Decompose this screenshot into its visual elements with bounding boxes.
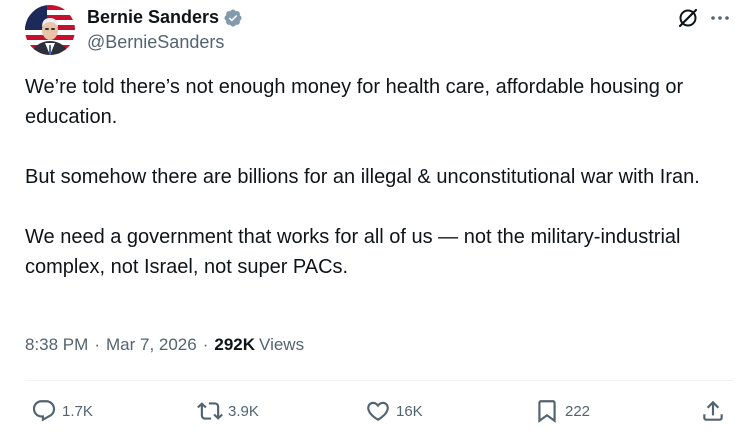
tweet-paragraph: But somehow there are billions for an il…: [25, 166, 700, 188]
bookmark-icon: [538, 400, 556, 423]
author-handle[interactable]: @BernieSanders: [87, 32, 224, 53]
reply-icon: [32, 400, 56, 422]
tweet-text: We’re told there’s not enough money for …: [25, 72, 730, 282]
heart-icon: [367, 401, 389, 421]
reply-count: 1.7K: [62, 402, 93, 420]
tweet-time[interactable]: 8:38 PM: [25, 335, 88, 355]
tweet-paragraph: We need a government that works for all …: [25, 226, 681, 278]
author-name-row: Bernie Sanders: [87, 7, 243, 28]
grok-icon[interactable]: [676, 6, 700, 30]
views-count[interactable]: 292K: [214, 335, 255, 355]
repost-icon: [197, 402, 223, 420]
tweet-meta: 8:38 PM · Mar 7, 2026 · 292K Views: [25, 335, 304, 355]
share-icon: [703, 400, 723, 421]
views-label[interactable]: Views: [259, 335, 304, 355]
tweet-date[interactable]: Mar 7, 2026: [106, 335, 197, 355]
avatar-image: [25, 5, 75, 55]
author-display-name[interactable]: Bernie Sanders: [87, 7, 219, 28]
meta-separator: ·: [94, 335, 100, 354]
meta-separator: ·: [202, 335, 209, 354]
repost-count: 3.9K: [228, 402, 259, 420]
repost-button[interactable]: 3.9K: [197, 398, 259, 424]
verified-badge-icon[interactable]: [223, 8, 243, 28]
more-options-icon[interactable]: [708, 6, 732, 30]
bookmark-button[interactable]: 222: [534, 398, 590, 424]
like-button[interactable]: 16K: [365, 398, 423, 424]
tweet-paragraph: We’re told there’s not enough money for …: [25, 76, 684, 128]
reply-button[interactable]: 1.7K: [31, 398, 93, 424]
bookmark-count: 222: [565, 402, 591, 420]
tweet-card: Bernie Sanders @BernieSanders We’re told…: [0, 0, 753, 440]
avatar[interactable]: [25, 5, 75, 55]
share-button[interactable]: [700, 398, 726, 424]
divider: [25, 380, 733, 381]
like-count: 16K: [396, 402, 423, 420]
